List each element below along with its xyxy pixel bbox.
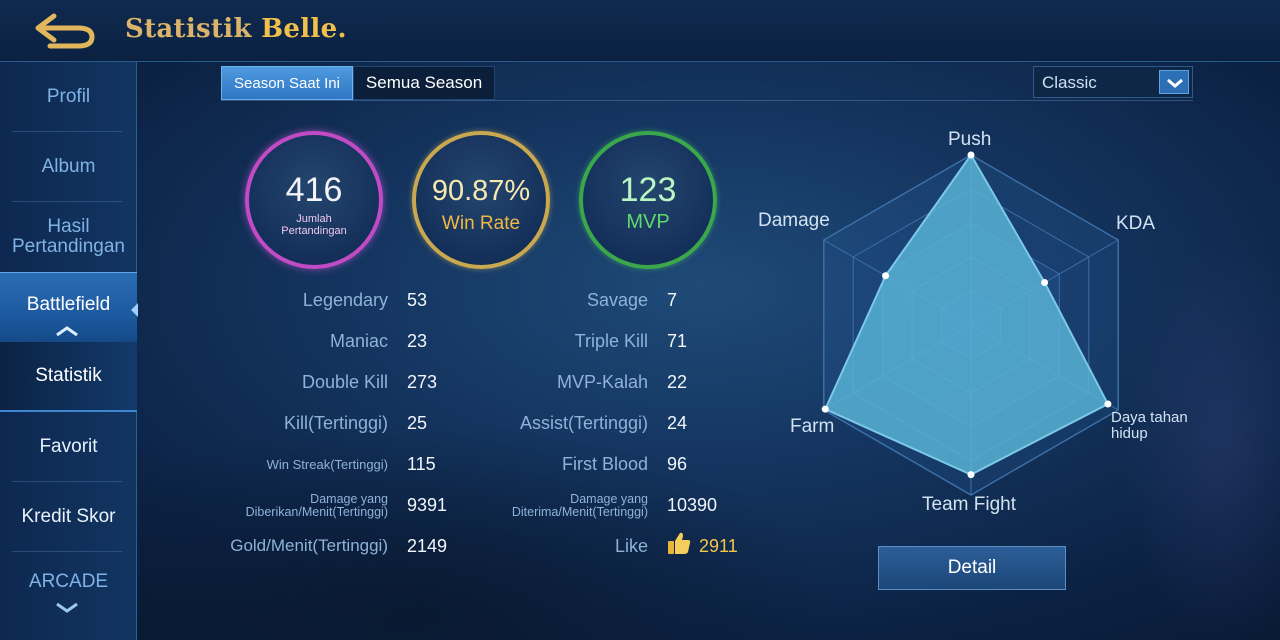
matches-circle: 416 Jumlah Pertandingan: [245, 131, 383, 269]
page-title: Statistik Belle.: [125, 14, 347, 44]
win-rate-value: 90.87%: [431, 175, 531, 207]
stat-value-like: 2911: [699, 536, 738, 556]
radar-label-push: Push: [948, 129, 992, 150]
selection-pointer-icon: [131, 303, 138, 317]
stat-label-like: Like: [614, 536, 648, 556]
chevron-down-icon: [56, 602, 78, 613]
matches-value: 416: [285, 171, 343, 209]
stat-value-triple-kill: 71: [667, 331, 688, 351]
sidebar-item-profil[interactable]: Profil: [0, 62, 137, 132]
stat-label-assist-tertinggi: Assist(Tertinggi): [519, 413, 648, 433]
win-rate-label: Win Rate: [441, 213, 521, 234]
mode-dropdown-value: Classic: [1042, 73, 1097, 92]
chevron-up-icon: [56, 326, 78, 337]
chevron-down-icon: [1167, 78, 1183, 88]
radar-point: [967, 471, 975, 479]
win-rate-circle: 90.87% Win Rate: [412, 131, 550, 269]
radar-label-daya-tahan-hidup: Daya tahan hidup: [1111, 409, 1188, 442]
tab-semua-season[interactable]: Semua Season: [352, 66, 496, 100]
radar-point: [967, 151, 975, 159]
sidebar-item-label: Hasil Pertandingan: [11, 216, 126, 257]
radar-chart: Push KDA Daya tahan hidup Team Fight Far…: [740, 120, 1210, 530]
stat-value-win-streak: 115: [407, 454, 436, 474]
mvp-label: MVP: [626, 211, 670, 233]
sidebar-item-label: Profil: [46, 86, 91, 107]
hero-name: Belle: [261, 14, 338, 44]
stat-value-assist-tertinggi: 24: [667, 413, 688, 433]
title-prefix: Statistik: [125, 14, 262, 44]
stat-value-first-blood: 96: [667, 454, 688, 474]
sidebar: Profil Album Hasil Pertandingan Battlefi…: [0, 62, 137, 640]
stat-label-first-blood: First Blood: [561, 454, 648, 474]
radar-point: [1104, 400, 1112, 408]
content-divider: [221, 100, 1193, 101]
radar-point: [1041, 279, 1049, 286]
stat-value-gold-menit: 2149: [407, 536, 448, 556]
sidebar-item-label: ARCADE: [28, 571, 109, 592]
stat-label-kill-tertinggi: Kill(Tertinggi): [283, 413, 388, 433]
matches-label: Jumlah Pertandingan: [281, 213, 347, 237]
stat-label-damage-diberikan: Damage yang Diberikan/Menit(Tertinggi): [245, 492, 388, 519]
season-tabs: Season Saat Ini Semua Season: [221, 66, 496, 100]
sidebar-item-statistik[interactable]: Statistik: [0, 342, 137, 412]
sidebar-item-hasil-pertandingan[interactable]: Hasil Pertandingan: [0, 202, 137, 272]
title-suffix: .: [337, 14, 347, 44]
radar-label-kda: KDA: [1116, 213, 1156, 234]
stat-value-savage: 7: [667, 290, 678, 310]
thumbs-up-icon: [666, 530, 692, 556]
stat-label-double-kill: Double Kill: [301, 372, 388, 392]
sidebar-item-kredit-skor[interactable]: Kredit Skor: [0, 482, 137, 552]
stat-value-damage-diberikan: 9391: [407, 495, 448, 515]
header-bar: Statistik Belle.: [0, 0, 1280, 62]
back-arrow-icon: [35, 13, 95, 49]
background-rocks: [140, 420, 840, 640]
radar-point: [821, 405, 829, 413]
sidebar-item-label: Statistik: [35, 365, 102, 386]
stat-value-legendary: 53: [407, 290, 428, 310]
radar-point: [882, 272, 890, 280]
stat-label-maniac: Maniac: [329, 331, 388, 351]
radar-label-team-fight: Team Fight: [922, 494, 1016, 515]
stat-label-legendary: Legendary: [302, 290, 388, 310]
back-button[interactable]: [28, 8, 100, 52]
stat-label-win-streak: Win Streak(Tertinggi): [266, 457, 388, 472]
detail-button[interactable]: Detail: [878, 546, 1066, 590]
sidebar-item-arcade[interactable]: ARCADE: [0, 552, 137, 622]
mvp-value: 123: [619, 171, 677, 209]
stat-value-double-kill: 273: [407, 372, 438, 392]
mvp-circle: 123 MVP: [579, 131, 717, 269]
stat-value-mvp-kalah: 22: [667, 372, 688, 392]
sidebar-item-album[interactable]: Album: [0, 132, 137, 202]
sidebar-item-label: Kredit Skor: [21, 506, 116, 527]
radar-label-farm: Farm: [790, 416, 835, 437]
stat-label-savage: Savage: [586, 290, 648, 310]
stat-value-kill-tertinggi: 25: [407, 413, 428, 433]
sidebar-item-label: Album: [41, 156, 96, 177]
mode-dropdown[interactable]: Classic: [1033, 66, 1193, 98]
stat-label-damage-diterima: Damage yang Diterima/Menit(Tertinggi): [511, 492, 648, 519]
sidebar-item-battlefield[interactable]: Battlefield: [0, 272, 137, 342]
stat-value-damage-diterima: 10390: [667, 495, 718, 515]
sidebar-item-favorit[interactable]: Favorit: [0, 412, 137, 482]
dropdown-toggle[interactable]: [1159, 70, 1189, 94]
stat-label-triple-kill: Triple Kill: [574, 331, 648, 351]
sidebar-item-label: Battlefield: [26, 293, 111, 315]
stat-label-mvp-kalah: MVP-Kalah: [556, 372, 648, 392]
tab-season-saat-ini[interactable]: Season Saat Ini: [221, 66, 353, 100]
radar-chart-svg: [821, 151, 1119, 496]
stat-value-maniac: 23: [407, 331, 428, 351]
stat-label-gold-menit: Gold/Menit(Tertinggi): [230, 536, 388, 555]
radar-label-damage: Damage: [758, 210, 830, 231]
sidebar-item-label: Favorit: [39, 436, 98, 457]
